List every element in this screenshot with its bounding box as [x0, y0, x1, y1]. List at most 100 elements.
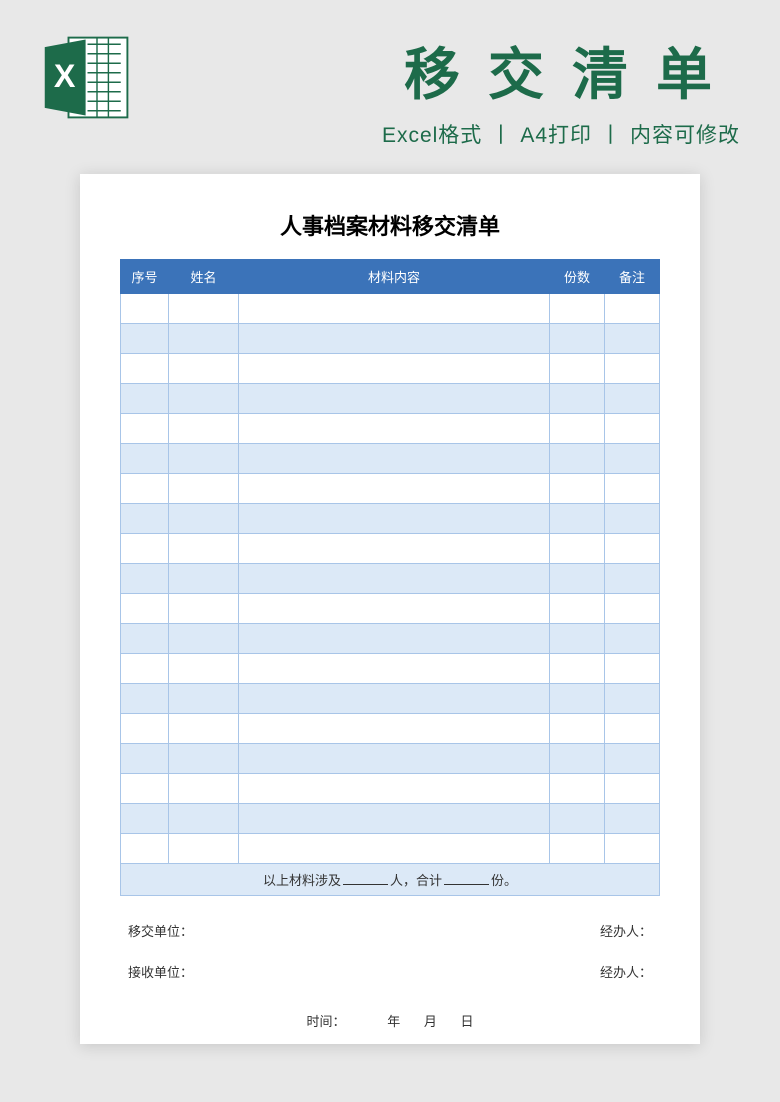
table-cell — [605, 594, 660, 624]
table-cell — [169, 354, 239, 384]
table-cell — [550, 384, 605, 414]
template-subtitle: Excel格式丨A4打印丨内容可修改 — [155, 119, 740, 149]
table-cell — [239, 714, 550, 744]
table-cell — [169, 504, 239, 534]
table-cell — [169, 834, 239, 864]
table-row — [121, 834, 660, 864]
transfer-unit-label: 移交单位： — [128, 921, 193, 940]
table-cell — [169, 714, 239, 744]
table-row — [121, 564, 660, 594]
table-cell — [550, 354, 605, 384]
table-row — [121, 624, 660, 654]
table-cell — [605, 414, 660, 444]
column-header-seq: 序号 — [121, 260, 169, 294]
table-cell — [605, 294, 660, 324]
table-cell — [550, 624, 605, 654]
table-cell — [605, 564, 660, 594]
table-cell — [550, 564, 605, 594]
table-cell — [605, 804, 660, 834]
table-row — [121, 324, 660, 354]
table-cell — [239, 804, 550, 834]
table-cell — [169, 654, 239, 684]
table-cell — [169, 804, 239, 834]
table-cell — [169, 594, 239, 624]
table-row — [121, 474, 660, 504]
table-cell — [239, 354, 550, 384]
table-cell — [239, 564, 550, 594]
table-cell — [605, 774, 660, 804]
table-cell — [121, 504, 169, 534]
document-title: 人事档案材料移交清单 — [120, 209, 660, 241]
table-cell — [239, 744, 550, 774]
table-cell — [550, 714, 605, 744]
table-cell — [605, 744, 660, 774]
table-row — [121, 714, 660, 744]
table-row — [121, 354, 660, 384]
table-cell — [169, 414, 239, 444]
table-cell — [605, 534, 660, 564]
table-cell — [550, 684, 605, 714]
table-cell — [169, 444, 239, 474]
table-cell — [550, 804, 605, 834]
table-cell — [121, 354, 169, 384]
footer-date: 时间： 年 月 日 — [120, 1011, 660, 1030]
receive-unit-label: 接收单位： — [128, 962, 193, 981]
table-cell — [121, 534, 169, 564]
table-cell — [169, 684, 239, 714]
table-cell — [239, 534, 550, 564]
table-cell — [605, 384, 660, 414]
table-cell — [239, 594, 550, 624]
table-cell — [169, 744, 239, 774]
table-cell — [121, 294, 169, 324]
table-cell — [239, 684, 550, 714]
table-cell — [121, 684, 169, 714]
table-row — [121, 414, 660, 444]
table-cell — [605, 504, 660, 534]
table-cell — [121, 624, 169, 654]
column-header-content: 材料内容 — [239, 260, 550, 294]
table-row — [121, 534, 660, 564]
blank-copies — [444, 871, 489, 885]
format-label: Excel格式 — [382, 124, 482, 147]
excel-icon: X — [40, 30, 135, 125]
table-cell — [550, 444, 605, 474]
table-cell — [605, 354, 660, 384]
table-cell — [169, 564, 239, 594]
table-row — [121, 594, 660, 624]
document-preview: 人事档案材料移交清单 序号 姓名 材料内容 份数 备注 以上材料涉及人，合计份。… — [80, 174, 700, 1044]
table-cell — [121, 744, 169, 774]
column-header-name: 姓名 — [169, 260, 239, 294]
table-row — [121, 384, 660, 414]
table-row — [121, 504, 660, 534]
table-cell — [605, 684, 660, 714]
table-header-row: 序号 姓名 材料内容 份数 备注 — [121, 260, 660, 294]
table-row — [121, 294, 660, 324]
table-cell — [121, 384, 169, 414]
year-label: 年 — [387, 1014, 400, 1029]
table-cell — [121, 834, 169, 864]
table-cell — [605, 654, 660, 684]
table-cell — [550, 744, 605, 774]
summary-suffix: 份。 — [491, 873, 517, 888]
table-row — [121, 744, 660, 774]
table-cell — [605, 474, 660, 504]
template-header: X 移交清单 Excel格式丨A4打印丨内容可修改 — [0, 0, 780, 174]
editable-label: 内容可修改 — [630, 124, 740, 147]
table-cell — [239, 474, 550, 504]
table-cell — [239, 414, 550, 444]
table-cell — [121, 474, 169, 504]
table-cell — [239, 834, 550, 864]
table-cell — [605, 444, 660, 474]
table-cell — [239, 774, 550, 804]
table-cell — [550, 474, 605, 504]
table-cell — [121, 564, 169, 594]
handler-label-2: 经办人： — [600, 962, 652, 981]
table-cell — [550, 594, 605, 624]
handover-table: 序号 姓名 材料内容 份数 备注 以上材料涉及人，合计份。 — [120, 259, 660, 896]
table-cell — [121, 444, 169, 474]
table-cell — [239, 324, 550, 354]
time-label: 时间： — [307, 1014, 346, 1029]
template-title: 移交清单 — [155, 30, 740, 111]
table-cell — [121, 324, 169, 354]
table-cell — [239, 654, 550, 684]
